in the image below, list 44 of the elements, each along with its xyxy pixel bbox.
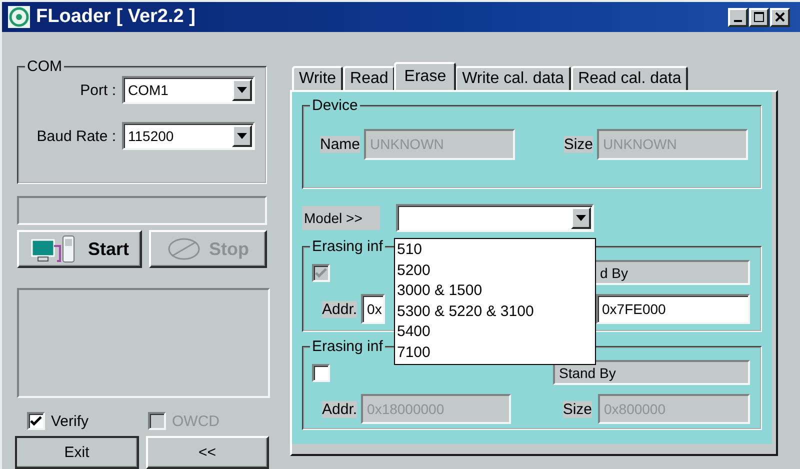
- dropdown-arrow-icon: [576, 214, 586, 220]
- maximize-button[interactable]: [749, 8, 769, 26]
- tab[interactable]: Write cal. data: [455, 66, 572, 90]
- model-select[interactable]: [396, 204, 594, 232]
- group-title: Erasing inf: [310, 238, 385, 255]
- field-label: Addr.: [322, 300, 358, 318]
- collapse-button[interactable]: <<: [146, 436, 269, 469]
- close-button[interactable]: [770, 8, 790, 26]
- exit-button[interactable]: Exit: [15, 436, 138, 469]
- status-field: d By: [594, 260, 750, 285]
- window-title: FLoader [ Ver2.2 ]: [36, 6, 196, 28]
- dropdown-arrow-icon: [237, 87, 247, 93]
- baud-rate-select[interactable]: 115200: [122, 122, 255, 150]
- field-label: Model >>: [302, 206, 380, 230]
- field-label: Port :: [80, 82, 116, 98]
- tab[interactable]: Write: [292, 66, 344, 90]
- field-label: Size: [562, 400, 592, 418]
- no-sign-icon: [167, 237, 201, 261]
- maximize-icon: [754, 12, 764, 22]
- field-label: Addr.: [322, 400, 358, 418]
- app-icon: [8, 6, 30, 28]
- tab[interactable]: Read cal. data: [571, 66, 688, 90]
- tab[interactable]: Erase: [394, 62, 456, 90]
- status-field: Stand By: [553, 360, 750, 385]
- dropdown-option[interactable]: 5400: [395, 322, 595, 342]
- group-title: Erasing inf: [310, 338, 385, 355]
- field-label: Name: [320, 136, 360, 152]
- dropdown-option[interactable]: 510: [395, 240, 595, 260]
- field-label: Baud Rate :: [36, 128, 116, 144]
- close-icon: [775, 12, 785, 22]
- port-select[interactable]: COM1: [122, 76, 255, 104]
- minimize-button[interactable]: [728, 8, 748, 26]
- dropdown-option[interactable]: 3000 & 1500: [395, 281, 595, 302]
- field-label: Size: [564, 136, 593, 152]
- dropdown-arrow-icon: [237, 133, 247, 139]
- checkbox[interactable]: [312, 364, 330, 382]
- tab[interactable]: Read: [343, 66, 396, 90]
- minimize-icon: [734, 20, 742, 22]
- checkbox-label: Verify: [51, 412, 89, 430]
- dropdown-option[interactable]: 5300 & 5220 & 3100: [395, 302, 595, 322]
- start-button[interactable]: Start: [17, 230, 142, 268]
- dropdown-option[interactable]: 7100: [395, 342, 595, 363]
- dropdown-option[interactable]: 5200: [395, 260, 595, 281]
- checkbox[interactable]: [27, 412, 45, 430]
